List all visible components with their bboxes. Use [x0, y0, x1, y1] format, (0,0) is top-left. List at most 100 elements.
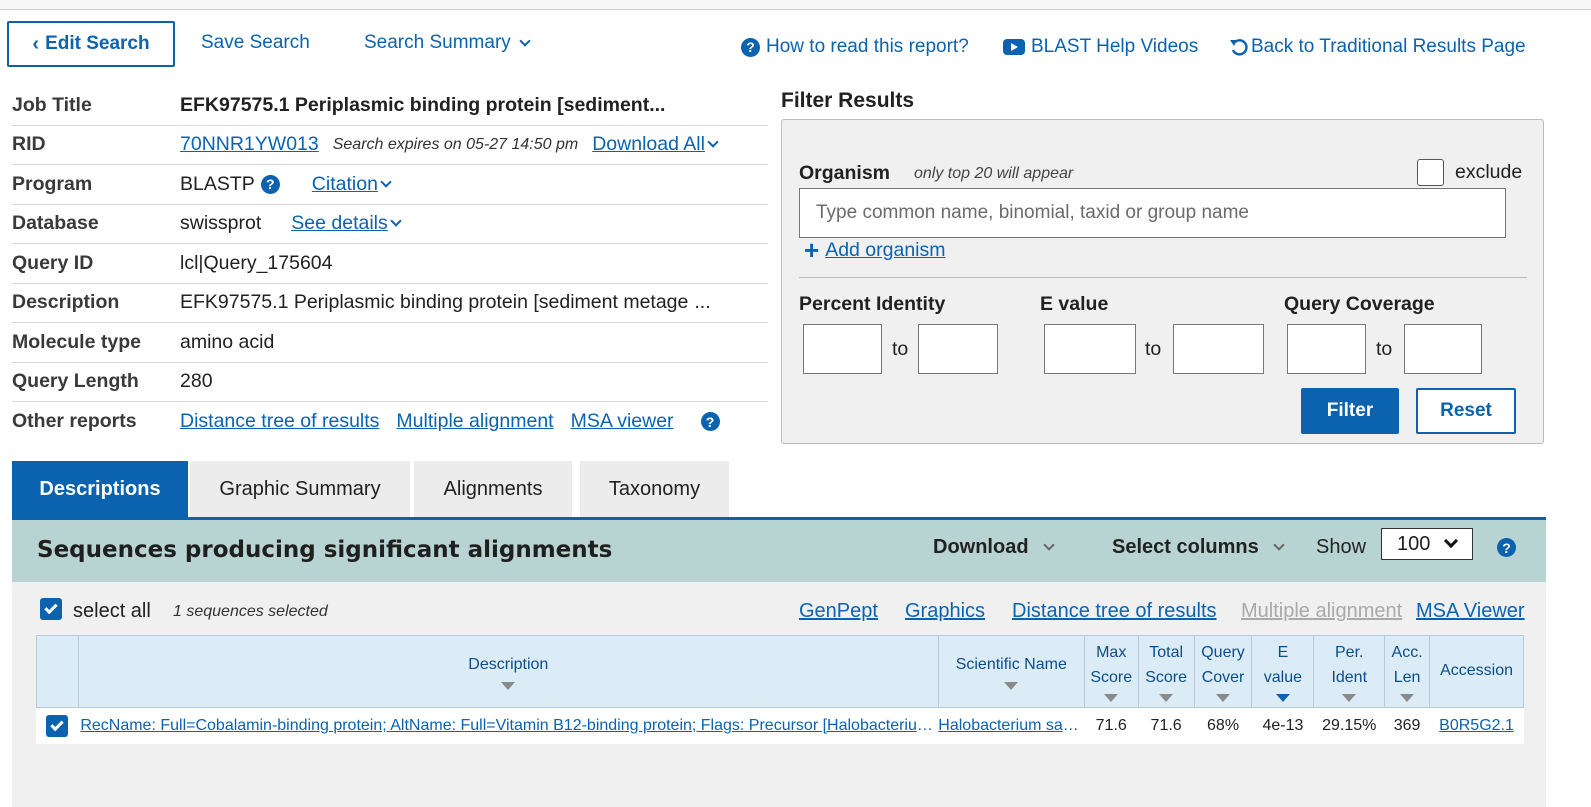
- multiple-alignment-link[interactable]: Multiple alignment: [396, 410, 553, 433]
- evalue-column-header[interactable]: Evalue: [1251, 635, 1315, 708]
- header-label: Max: [1096, 643, 1127, 661]
- other-reports-label: Other reports: [12, 410, 137, 433]
- organism-placeholder: Type common name, binomial, taxid or gro…: [816, 202, 1249, 223]
- help-icon: ?: [741, 37, 760, 57]
- tab-graphic-summary[interactable]: Graphic Summary: [190, 461, 410, 518]
- filter-panel: Organism only top 20 will appear exclude…: [781, 119, 1544, 444]
- organism-input[interactable]: Type common name, binomial, taxid or gro…: [799, 188, 1506, 238]
- accession-column-header[interactable]: Accession: [1429, 635, 1524, 708]
- evalue-label: E value: [1040, 293, 1109, 315]
- download-dropdown[interactable]: Download: [933, 536, 1055, 559]
- filter-button[interactable]: Filter: [1301, 388, 1399, 434]
- description-column-header[interactable]: Description: [77, 635, 939, 708]
- add-organism-link[interactable]: + Add organism: [804, 237, 946, 263]
- how-to-read-label: How to read this report?: [766, 36, 969, 57]
- evalue-from-input[interactable]: [1044, 324, 1136, 374]
- evalue-cell: 4e-13: [1251, 707, 1314, 744]
- msa-viewer-link[interactable]: MSA Viewer: [1416, 600, 1525, 623]
- molecule-row: Molecule type amino acid: [12, 323, 768, 363]
- back-traditional-link[interactable]: Back to Traditional Results Page: [1229, 36, 1526, 58]
- select-all-checkbox[interactable]: [40, 598, 62, 620]
- max-score-column-header[interactable]: Max Score: [1083, 635, 1139, 708]
- query-id-value: lcl|Query_175604: [180, 251, 333, 274]
- download-all-dropdown[interactable]: Download All: [592, 133, 719, 156]
- description-expand[interactable]: ...: [694, 291, 710, 314]
- percent-identity-label: Percent Identity: [799, 293, 946, 315]
- scientific-name-column-header[interactable]: Scientific Name: [937, 635, 1085, 708]
- percent-identity-from-input[interactable]: [803, 324, 882, 374]
- graphics-link[interactable]: Graphics: [905, 600, 985, 623]
- edit-search-label: Edit Search: [45, 33, 150, 54]
- max-score-cell: 71.6: [1084, 707, 1139, 744]
- msa-viewer-link[interactable]: MSA viewer: [571, 410, 674, 433]
- description-label: Description: [12, 291, 120, 314]
- query-cover-column-header[interactable]: Query Cover: [1193, 635, 1253, 708]
- chevron-down-icon: [519, 34, 531, 47]
- browser-top-edge: [0, 0, 1591, 10]
- chevron-left-icon: ‹: [32, 32, 40, 55]
- chevron-down-icon: [380, 176, 392, 188]
- accession-link[interactable]: B0R5G2.1: [1439, 717, 1514, 734]
- per-ident-column-header[interactable]: Per. Ident: [1313, 635, 1386, 708]
- help-icon[interactable]: ?: [1497, 538, 1516, 557]
- percent-identity-to-input[interactable]: [918, 324, 998, 374]
- download-all-label: Download All: [592, 133, 705, 156]
- show-count-value: 100: [1397, 532, 1431, 555]
- reset-button[interactable]: Reset: [1416, 388, 1516, 434]
- evalue-to-input[interactable]: [1173, 324, 1264, 374]
- select-columns-label: Select columns: [1112, 536, 1259, 558]
- select-columns-dropdown[interactable]: Select columns: [1112, 536, 1285, 559]
- job-title-value: EFK97575.1 Periplasmic binding protein […: [180, 93, 666, 116]
- tab-alignments[interactable]: Alignments: [414, 461, 572, 518]
- query-coverage-from-input[interactable]: [1287, 324, 1366, 374]
- job-info-table: Job Title EFK97575.1 Periplasmic binding…: [12, 86, 768, 442]
- filter-divider: [799, 277, 1527, 278]
- sort-down-icon: [1275, 694, 1290, 703]
- how-to-read-link[interactable]: ? How to read this report?: [741, 36, 969, 58]
- show-count-select[interactable]: 100: [1381, 528, 1473, 560]
- query-coverage-to-input[interactable]: [1404, 324, 1482, 374]
- to-label: to: [1145, 338, 1162, 360]
- save-search-link[interactable]: Save Search: [201, 32, 310, 54]
- results-title: Sequences producing significant alignmen…: [37, 537, 613, 563]
- help-icon[interactable]: ?: [700, 412, 720, 432]
- chevron-down-icon: [1273, 538, 1285, 551]
- header-label: Score: [1145, 668, 1188, 686]
- distance-tree-link[interactable]: Distance tree of results: [1012, 600, 1217, 623]
- exclude-checkbox[interactable]: [1417, 159, 1444, 186]
- header-label: value: [1263, 668, 1303, 686]
- help-icon[interactable]: ?: [260, 174, 280, 194]
- query-id-row: Query ID lcl|Query_175604: [12, 244, 768, 284]
- plus-icon: +: [804, 235, 820, 265]
- total-score-cell: 71.6: [1138, 707, 1195, 744]
- rid-link[interactable]: 70NNR1YW013: [180, 133, 319, 156]
- selected-count: 1 sequences selected: [173, 603, 328, 620]
- description-link[interactable]: RecName: Full=Cobalamin-binding protein;…: [80, 717, 936, 735]
- help-videos-link[interactable]: BLAST Help Videos: [1003, 36, 1198, 58]
- total-score-column-header[interactable]: Total Score: [1137, 635, 1195, 708]
- sort-down-icon: [1004, 681, 1019, 690]
- tab-descriptions[interactable]: Descriptions: [12, 461, 188, 518]
- search-summary-dropdown[interactable]: Search Summary: [364, 32, 531, 54]
- query-id-label: Query ID: [12, 251, 94, 274]
- see-details-dropdown[interactable]: See details: [291, 212, 402, 235]
- citation-dropdown[interactable]: Citation: [312, 173, 392, 196]
- distance-tree-link[interactable]: Distance tree of results: [180, 410, 379, 433]
- acc-len-column-header[interactable]: Acc. Len: [1384, 635, 1431, 708]
- molecule-label: Molecule type: [12, 330, 141, 353]
- row-checkbox[interactable]: [46, 714, 69, 737]
- check-icon: [50, 717, 65, 731]
- edit-search-button[interactable]: ‹ Edit Search: [7, 21, 175, 67]
- acc-len-cell: 369: [1384, 707, 1430, 744]
- save-search-label: Save Search: [201, 32, 310, 53]
- show-label: Show: [1316, 536, 1367, 558]
- help-videos-label: BLAST Help Videos: [1031, 36, 1199, 57]
- download-label: Download: [933, 536, 1029, 558]
- scientific-name-link[interactable]: Halobacterium salinarum R1: [938, 717, 1082, 735]
- description-value: EFK97575.1 Periplasmic binding protein […: [180, 291, 689, 314]
- tab-taxonomy[interactable]: Taxonomy: [580, 461, 729, 518]
- genpept-link[interactable]: GenPept: [799, 600, 878, 623]
- header-label: Total: [1149, 643, 1184, 661]
- see-details-label: See details: [291, 212, 388, 235]
- header-label: Len: [1393, 668, 1421, 686]
